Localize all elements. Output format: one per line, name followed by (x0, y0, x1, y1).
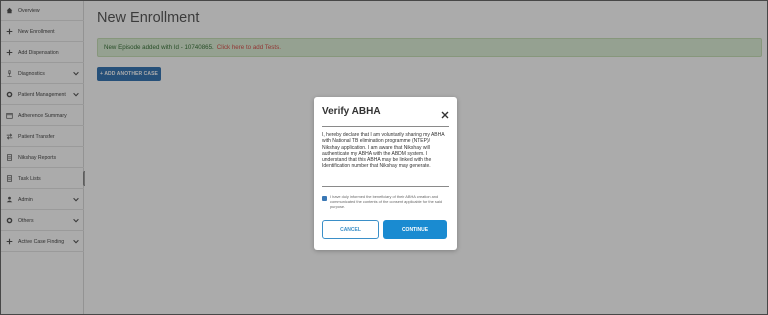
continue-button[interactable]: CONTINUE (383, 220, 447, 239)
divider (322, 126, 449, 127)
consent-text: I have duly informed the beneficiary of … (330, 194, 443, 210)
divider (322, 186, 449, 187)
verify-abha-dialog: Verify ABHA I, hereby declare that I am … (314, 97, 457, 250)
cancel-button[interactable]: CANCEL (322, 220, 379, 239)
checkmark-icon (322, 205, 327, 209)
modal-title: Verify ABHA (322, 106, 381, 117)
close-icon[interactable] (440, 107, 450, 119)
consent-checkbox[interactable] (322, 196, 327, 209)
declaration-text: I, hereby declare that I am voluntarily … (322, 132, 445, 170)
